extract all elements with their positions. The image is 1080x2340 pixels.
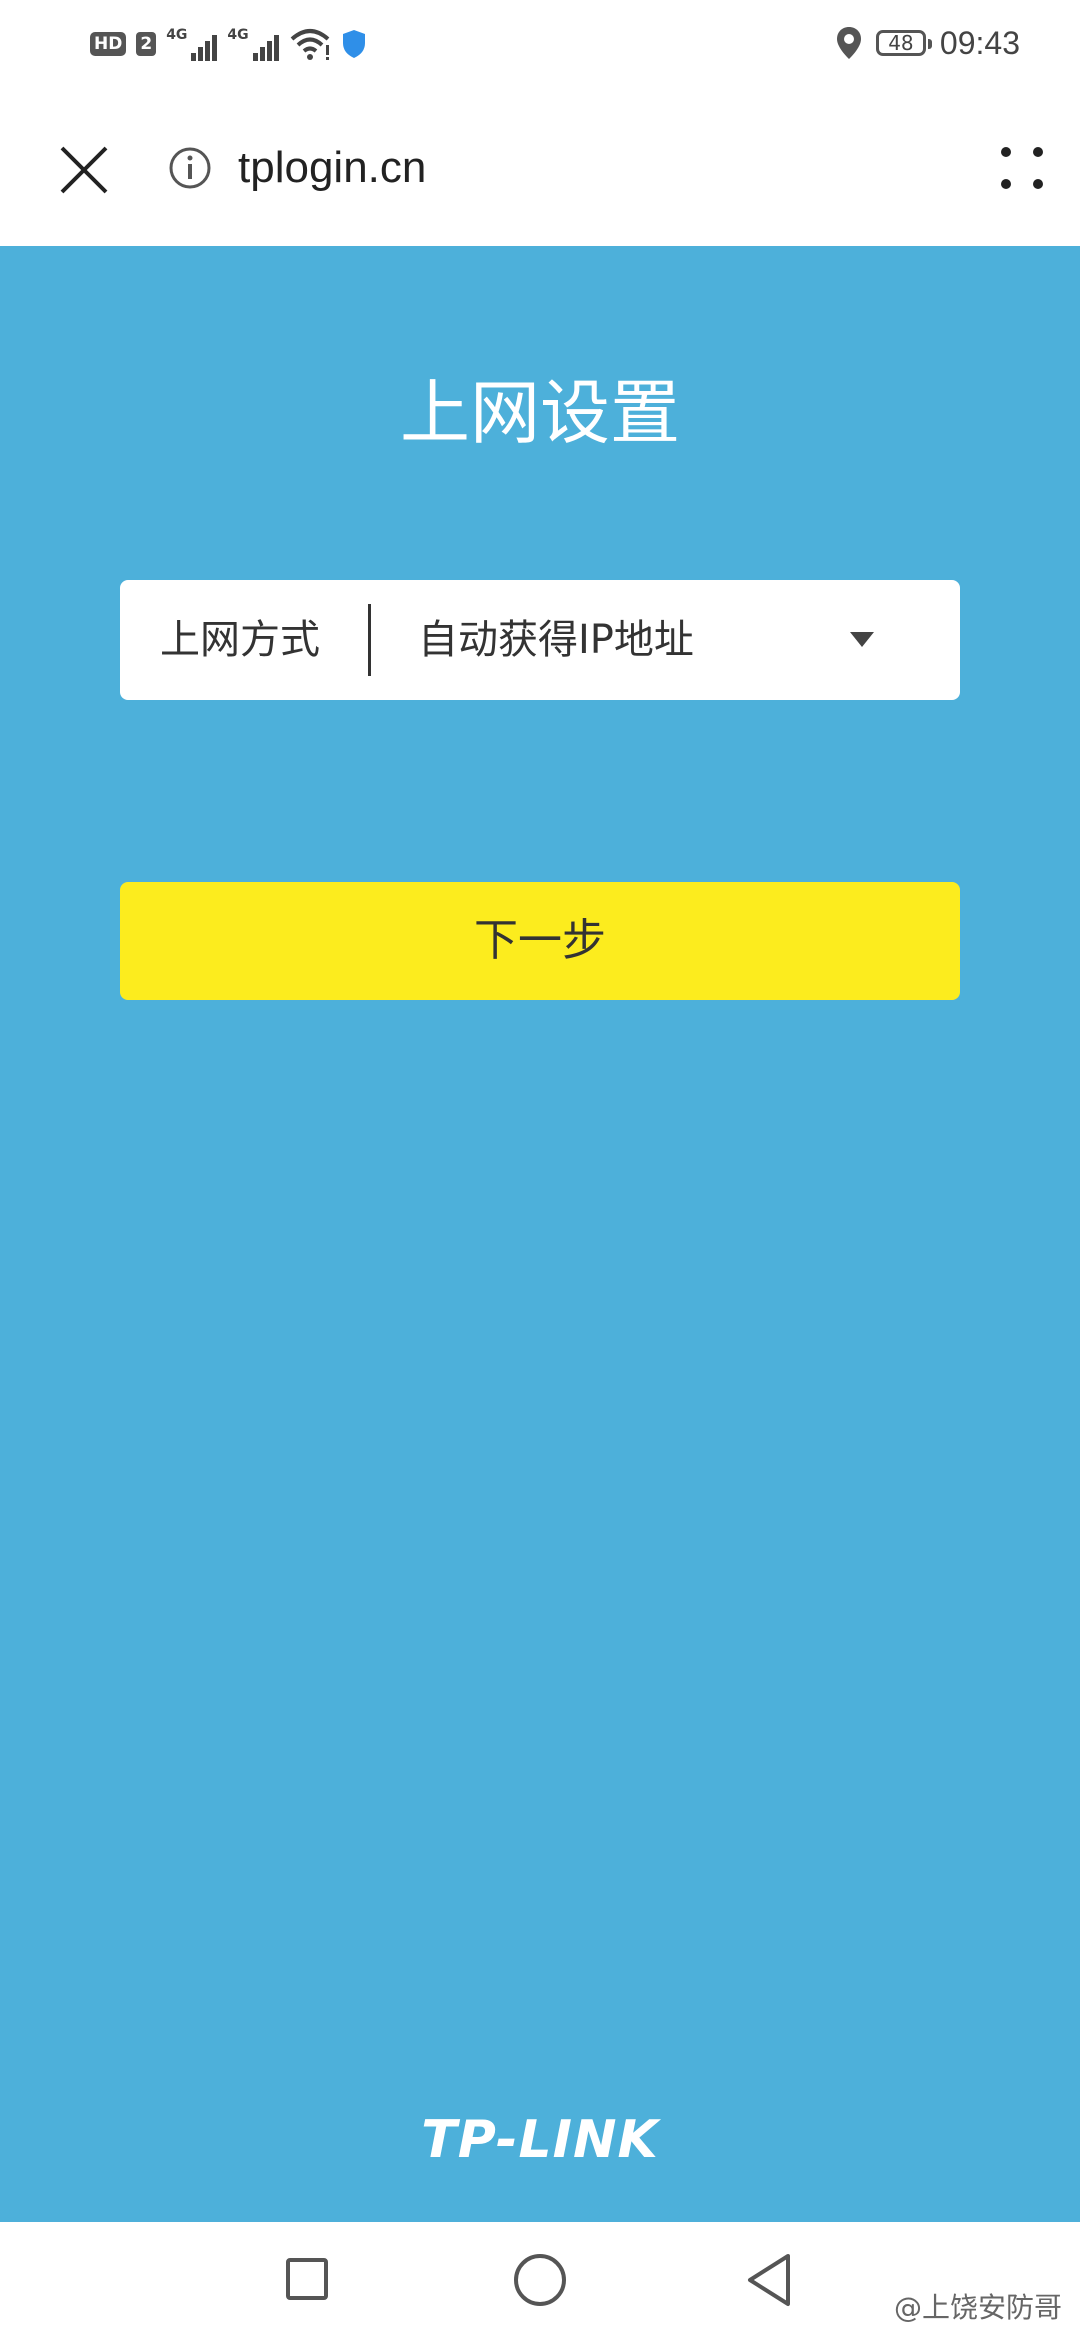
tp-link-logo: TP-LINK — [421, 2110, 659, 2170]
more-options-icon[interactable] — [992, 138, 1052, 198]
connection-type-label: 上网方式 — [160, 617, 320, 663]
page-title: 上网设置 — [400, 372, 680, 454]
connection-type-value: 自动获得IP地址 — [418, 617, 694, 663]
status-bar: HD 2 4G 4G 48 09:43 — [0, 0, 1080, 86]
url-text[interactable]: tplogin.cn — [238, 138, 426, 198]
status-right: 48 09:43 — [836, 20, 1020, 66]
recent-apps-button[interactable] — [286, 2258, 328, 2300]
home-button[interactable] — [514, 2254, 566, 2306]
next-step-button[interactable]: 下一步 — [120, 882, 960, 1000]
close-icon — [60, 146, 108, 194]
network-type-label: 4G — [166, 27, 188, 43]
divider — [368, 604, 371, 676]
hd-badge: HD — [90, 32, 127, 56]
sim-badge: 2 — [136, 32, 157, 56]
network-type-label: 4G — [227, 27, 249, 43]
status-left: HD 2 4G 4G — [90, 24, 367, 64]
connection-type-select[interactable]: 上网方式 自动获得IP地址 — [120, 580, 960, 700]
shield-icon — [342, 30, 365, 58]
browser-toolbar: tplogin.cn — [0, 86, 1080, 246]
info-icon[interactable] — [168, 146, 212, 190]
signal-icon: 4G — [227, 27, 279, 61]
watermark-text: @上饶安防哥 — [893, 2291, 1062, 2324]
navigation-bar: @上饶安防哥 — [0, 2222, 1080, 2340]
battery-level: 48 — [888, 31, 914, 55]
dropdown-arrow-icon[interactable] — [850, 632, 874, 647]
close-button[interactable] — [48, 134, 120, 206]
signal-icon: 4G — [166, 27, 218, 61]
back-button[interactable] — [744, 2252, 794, 2308]
battery-icon: 48 — [875, 30, 932, 56]
wifi-icon — [290, 29, 329, 60]
clock: 09:43 — [939, 24, 1020, 61]
location-icon — [836, 27, 861, 59]
